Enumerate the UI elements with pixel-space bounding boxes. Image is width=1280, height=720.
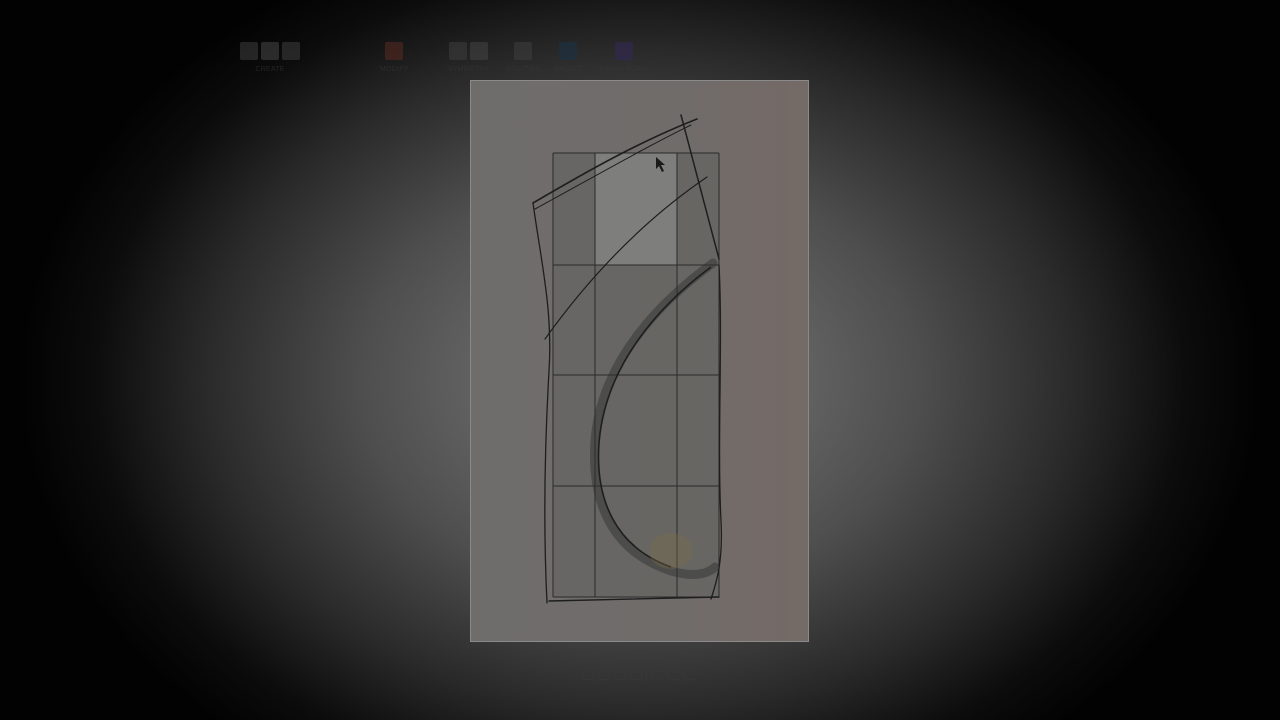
accent-brush-mark: [649, 533, 693, 569]
mirror-icon: [449, 42, 468, 60]
sketch-bottom-edge: [548, 596, 720, 602]
plane-icon: [261, 42, 279, 60]
utilities-icon: [514, 42, 533, 60]
toolbar-group-utilities[interactable]: UTILITIES: [506, 38, 540, 80]
toolbar-group-icons: [240, 38, 300, 64]
grid-icon[interactable]: [666, 670, 679, 680]
orbit-icon[interactable]: [581, 670, 594, 680]
form-toolbar: CREATE MODIFY SYMMETRY UTILITIES SELECT …: [240, 38, 670, 80]
viewports-icon[interactable]: [682, 670, 695, 680]
zoom-icon[interactable]: [613, 670, 626, 680]
toolbar-group-icons: [385, 38, 404, 64]
toolbar-label-modify: MODIFY: [380, 66, 409, 73]
navigation-bar: [556, 666, 720, 684]
toolbar-group-symmetry[interactable]: SYMMETRY: [448, 38, 489, 80]
toolbar-label-create: CREATE: [255, 66, 285, 73]
sketch-canvas[interactable]: [470, 80, 809, 642]
toolbar-group-icons: [514, 38, 533, 64]
toolbar-label-symmetry: SYMMETRY: [448, 66, 490, 73]
toolbar-label-select: SELECT: [554, 66, 583, 73]
sketch-left-edge: [532, 202, 551, 604]
toolbar-label-finish-form: FINISH FORM: [600, 66, 648, 73]
box-icon: [240, 42, 258, 60]
symmetry-icon: [470, 42, 489, 60]
fit-icon[interactable]: [629, 670, 642, 680]
select-icon: [559, 42, 578, 60]
toolbar-group-icons: [559, 38, 578, 64]
toolbar-group-finish-form[interactable]: FINISH FORM: [600, 38, 648, 80]
sketch-overlay: [532, 114, 723, 604]
display-settings-icon[interactable]: [650, 670, 663, 680]
pan-icon[interactable]: [597, 670, 610, 680]
nav-separator: [645, 669, 647, 681]
toolbar-group-create[interactable]: CREATE: [240, 38, 300, 80]
finish-form-icon: [614, 42, 633, 60]
screen: CREATE MODIFY SYMMETRY UTILITIES SELECT …: [0, 0, 1280, 720]
toolbar-group-icons: [614, 38, 633, 64]
cylinder-icon: [282, 42, 300, 60]
toolbar-group-select[interactable]: SELECT: [554, 38, 582, 80]
toolbar-group-modify[interactable]: MODIFY: [380, 38, 408, 80]
toolbar-group-icons: [449, 38, 489, 64]
toolbar-label-utilities: UTILITIES: [506, 66, 541, 73]
edit-form-icon: [385, 42, 404, 60]
